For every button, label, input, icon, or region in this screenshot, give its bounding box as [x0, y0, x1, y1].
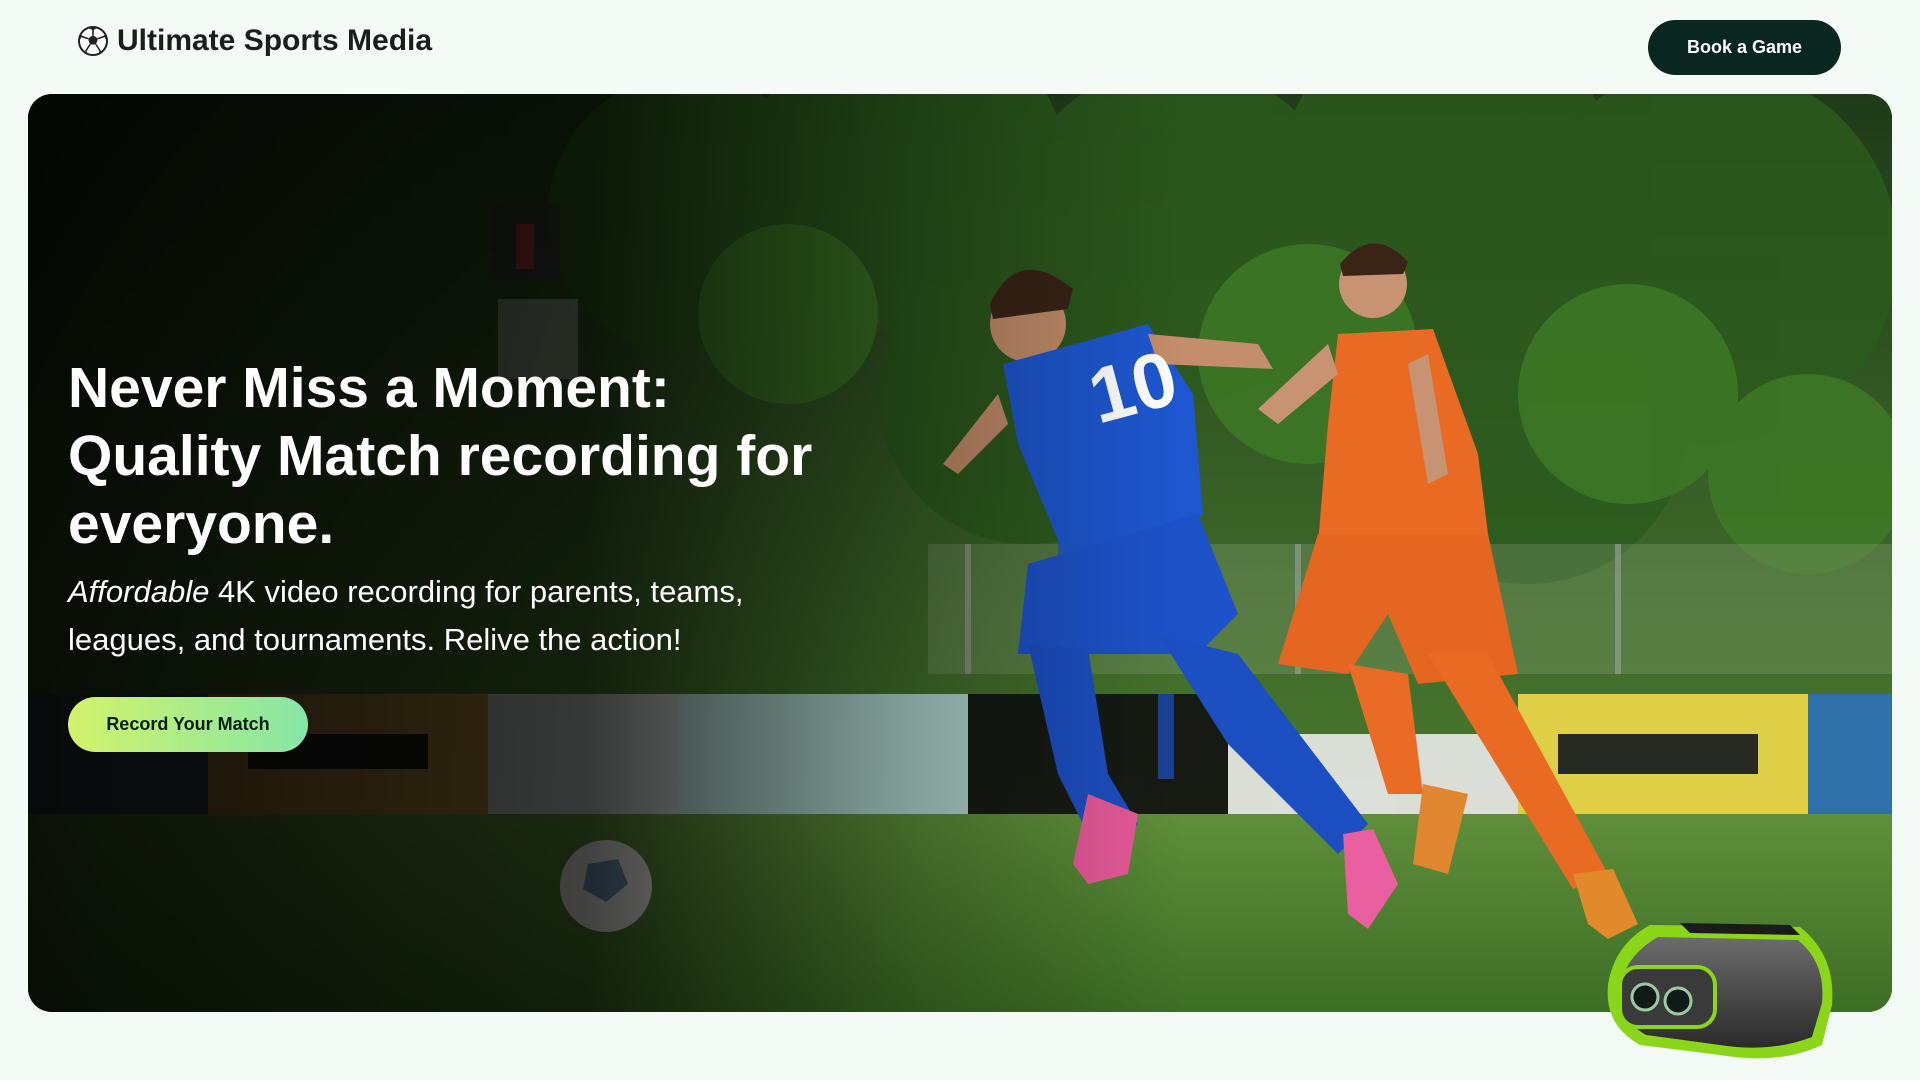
hero-title: Never Miss a Moment: Quality Match recor…: [68, 356, 813, 556]
hero-subtitle-emphasis: Affordable: [68, 574, 210, 609]
brand-logo[interactable]: Ultimate Sports Media: [77, 24, 432, 58]
hero-copy: Never Miss a Moment: Quality Match recor…: [68, 354, 828, 664]
camera-device-image: [1607, 923, 1833, 1059]
record-your-match-button[interactable]: Record Your Match: [68, 697, 308, 752]
book-a-game-button[interactable]: Book a Game: [1648, 20, 1841, 75]
hero-banner: 10 Never Miss a Moment: Quality Match re…: [28, 94, 1892, 1012]
brand-name: Ultimate Sports Media: [117, 24, 433, 57]
site-header: Ultimate Sports Media Book a Game: [0, 0, 1920, 94]
hero-subtitle: Affordable 4K video recording for parent…: [68, 568, 828, 664]
soccer-ball-icon: [77, 25, 109, 57]
